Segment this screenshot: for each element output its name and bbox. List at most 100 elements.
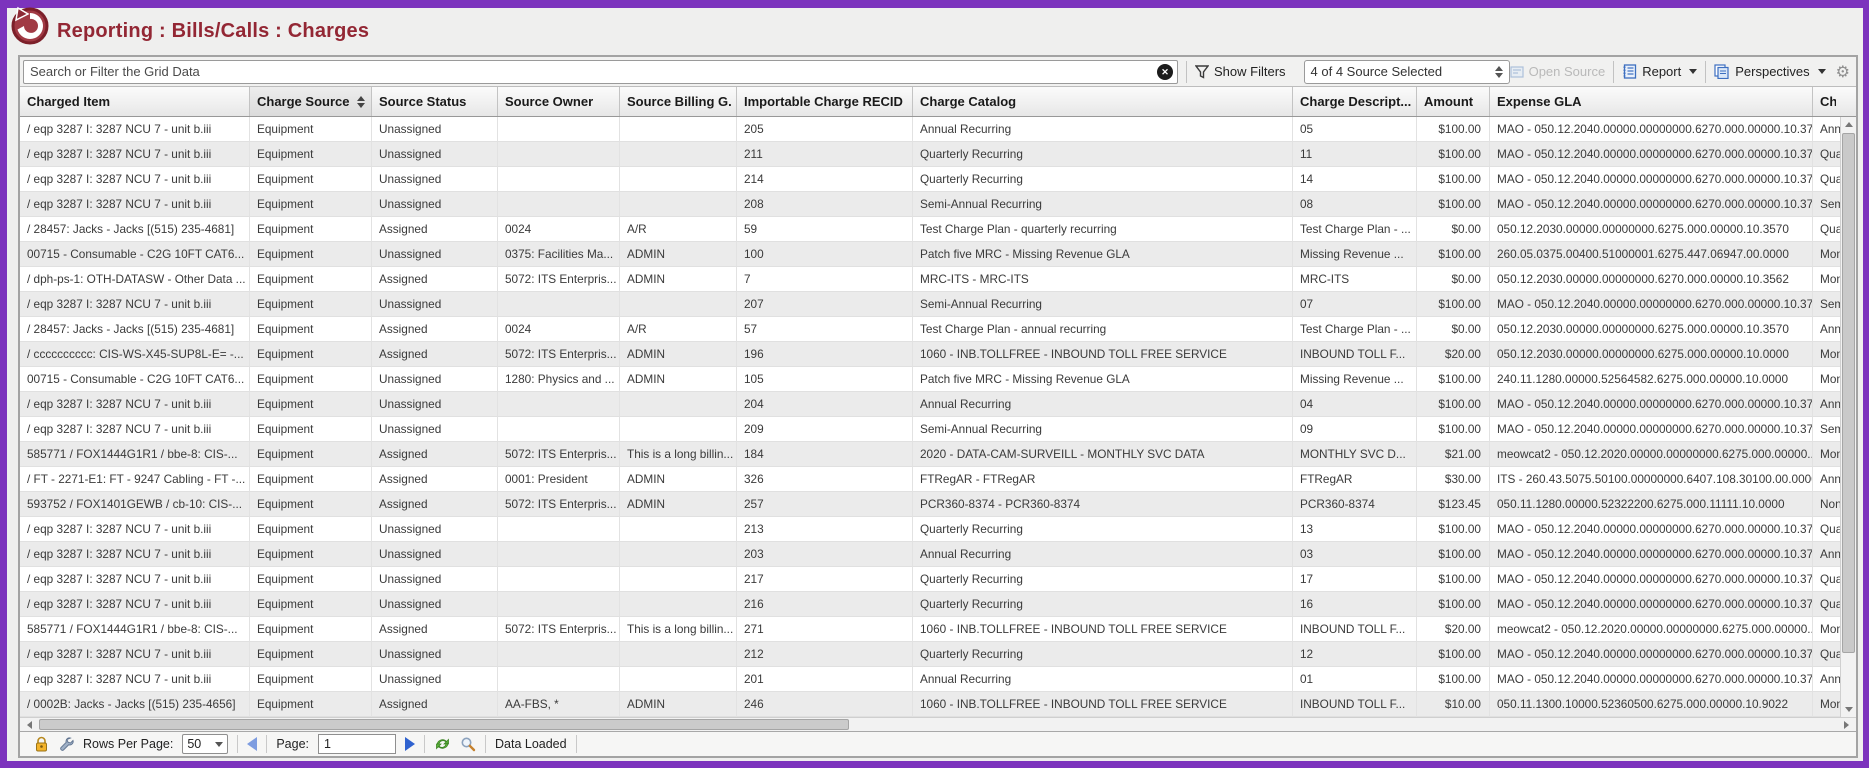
cell: 17 (1293, 567, 1417, 592)
cell: Patch five MRC - Missing Revenue GLA (913, 242, 1293, 267)
cell: / eqp 3287 I: 3287 NCU 7 - unit b.iii (20, 192, 250, 217)
show-filters-button[interactable]: Show Filters (1195, 64, 1286, 79)
column-header-source-status[interactable]: Source Status (372, 87, 498, 116)
column-header-source-owner[interactable]: Source Owner (498, 87, 620, 116)
horizontal-scrollbar[interactable] (20, 717, 1856, 731)
cell: MAO - 050.12.2040.00000.00000000.6270.00… (1490, 667, 1813, 692)
cell: / eqp 3287 I: 3287 NCU 7 - unit b.iii (20, 292, 250, 317)
source-select[interactable]: 4 of 4 Source Selected (1304, 60, 1510, 84)
table-row[interactable]: / cccccccccc: CIS-WS-X45-SUP8L-E= -...Eq… (20, 342, 1840, 367)
rows-per-page-select[interactable]: 50 (182, 734, 228, 754)
table-row[interactable]: / 28457: Jacks - Jacks [(515) 235-4681]E… (20, 217, 1840, 242)
cell: ADMIN (620, 342, 737, 367)
table-row[interactable]: / eqp 3287 I: 3287 NCU 7 - unit b.iiiEqu… (20, 167, 1840, 192)
table-row[interactable]: / FT - 2271-E1: FT - 9247 Cabling - FT -… (20, 467, 1840, 492)
cell: / cccccccccc: CIS-WS-X45-SUP8L-E= -... (20, 342, 250, 367)
cell: Equipment (250, 292, 372, 317)
toolbar-right-cluster: Open Source Report (1510, 61, 1850, 83)
column-header-importable-charge-recid[interactable]: Importable Charge RECID (737, 87, 913, 116)
cell: Test Charge Plan - annual recurring (913, 317, 1293, 342)
table-row[interactable]: / 0002B: Jacks - Jacks [(515) 235-4656]E… (20, 692, 1840, 717)
horizontal-scroll-thumb[interactable] (39, 719, 849, 730)
table-row[interactable]: 585771 / FOX1444G1R1 / bbe-8: CIS-...Equ… (20, 617, 1840, 642)
column-header-charged-item[interactable]: Charged Item (20, 87, 250, 116)
cell: 1060 - INB.TOLLFREE - INBOUND TOLL FREE … (913, 617, 1293, 642)
table-row[interactable]: / eqp 3287 I: 3287 NCU 7 - unit b.iiiEqu… (20, 592, 1840, 617)
table-row[interactable]: / eqp 3287 I: 3287 NCU 7 - unit b.iiiEqu… (20, 392, 1840, 417)
table-row[interactable]: 00715 - Consumable - C2G 10FT CAT6...Equ… (20, 367, 1840, 392)
column-header-source-billing-g[interactable]: Source Billing G... (620, 87, 737, 116)
table-row[interactable]: / eqp 3287 I: 3287 NCU 7 - unit b.iiiEqu… (20, 142, 1840, 167)
grid-status-bar: Rows Per Page: 50 Page: Data Loaded (20, 731, 1856, 756)
scroll-up-arrow[interactable] (1841, 117, 1856, 132)
table-row[interactable]: / eqp 3287 I: 3287 NCU 7 - unit b.iiiEqu… (20, 642, 1840, 667)
scroll-left-arrow[interactable] (22, 718, 37, 731)
table-row[interactable]: 00715 - Consumable - C2G 10FT CAT6...Equ… (20, 242, 1840, 267)
table-row[interactable]: / eqp 3287 I: 3287 NCU 7 - unit b.iiiEqu… (20, 542, 1840, 567)
cell (498, 517, 620, 542)
cell: 5072: ITS Enterpris... (498, 617, 620, 642)
column-header-charge[interactable]: Charge (1813, 87, 1840, 116)
cell: / eqp 3287 I: 3287 NCU 7 - unit b.iii (20, 642, 250, 667)
table-row[interactable]: 593752 / FOX1401GEWB / cb-10: CIS-...Equ… (20, 492, 1840, 517)
vertical-scrollbar[interactable] (1840, 117, 1856, 717)
table-header-row: Charged ItemCharge SourceSource StatusSo… (20, 87, 1856, 117)
cell: Ann (1813, 392, 1840, 417)
cell: 217 (737, 567, 913, 592)
cell: 0024 (498, 217, 620, 242)
cell: 208 (737, 192, 913, 217)
scroll-down-arrow[interactable] (1841, 702, 1856, 717)
table-row[interactable]: / 28457: Jacks - Jacks [(515) 235-4681]E… (20, 317, 1840, 342)
table-row[interactable]: / eqp 3287 I: 3287 NCU 7 - unit b.iiiEqu… (20, 117, 1840, 142)
table-row[interactable]: / eqp 3287 I: 3287 NCU 7 - unit b.iiiEqu… (20, 567, 1840, 592)
cell: 211 (737, 142, 913, 167)
wrench-icon[interactable] (58, 736, 74, 752)
search-input[interactable] (23, 60, 1178, 84)
table-rows: / eqp 3287 I: 3287 NCU 7 - unit b.iiiEqu… (20, 117, 1840, 717)
report-button[interactable]: Report (1622, 64, 1697, 79)
cell: 12 (1293, 642, 1417, 667)
column-header-expense-gla[interactable]: Expense GLA (1490, 87, 1813, 116)
cell: ADMIN (620, 242, 737, 267)
cell: Ann (1813, 667, 1840, 692)
cell: 11 (1293, 142, 1417, 167)
cell: Qua (1813, 517, 1840, 542)
gear-icon[interactable]: ⚙ (1836, 62, 1850, 82)
previous-page-button[interactable] (247, 737, 257, 751)
cell: 08 (1293, 192, 1417, 217)
app-logo-icon (8, 4, 50, 46)
vertical-scroll-thumb[interactable] (1842, 133, 1855, 653)
table-row[interactable]: / eqp 3287 I: 3287 NCU 7 - unit b.iiiEqu… (20, 192, 1840, 217)
column-header-charge-source[interactable]: Charge Source (250, 87, 372, 116)
perspectives-button[interactable]: Perspectives (1714, 64, 1825, 79)
lock-icon[interactable] (34, 736, 49, 752)
page-title: Reporting : Bills/Calls : Charges (57, 20, 369, 43)
filter-funnel-icon (1195, 65, 1209, 79)
scroll-right-arrow[interactable] (1839, 718, 1854, 731)
page-number-input[interactable] (318, 734, 396, 754)
clear-search-icon[interactable]: ✕ (1157, 64, 1173, 80)
column-header-amount[interactable]: Amount (1417, 87, 1490, 116)
column-header-charge-catalog[interactable]: Charge Catalog (913, 87, 1293, 116)
table-row[interactable]: / eqp 3287 I: 3287 NCU 7 - unit b.iiiEqu… (20, 292, 1840, 317)
cell: Equipment (250, 117, 372, 142)
status-separator (237, 735, 238, 753)
table-row[interactable]: / eqp 3287 I: 3287 NCU 7 - unit b.iiiEqu… (20, 667, 1840, 692)
table-row[interactable]: / eqp 3287 I: 3287 NCU 7 - unit b.iiiEqu… (20, 417, 1840, 442)
column-header-charge-descript[interactable]: Charge Descript... (1293, 87, 1417, 116)
cell: Quarterly Recurring (913, 567, 1293, 592)
cell: / eqp 3287 I: 3287 NCU 7 - unit b.iii (20, 542, 250, 567)
open-source-button[interactable]: Open Source (1510, 64, 1606, 79)
table-row[interactable]: 585771 / FOX1444G1R1 / bbe-8: CIS-...Equ… (20, 442, 1840, 467)
cell: Mon (1813, 242, 1840, 267)
table-row[interactable]: / eqp 3287 I: 3287 NCU 7 - unit b.iiiEqu… (20, 517, 1840, 542)
refresh-icon[interactable] (434, 736, 451, 752)
cell: / eqp 3287 I: 3287 NCU 7 - unit b.iii (20, 667, 250, 692)
cell: $100.00 (1417, 192, 1490, 217)
next-page-button[interactable] (405, 737, 415, 751)
table-row[interactable]: / dph-ps-1: OTH-DATASW - Other Data ...E… (20, 267, 1840, 292)
magnifier-icon[interactable] (460, 736, 476, 752)
cell: Annual Recurring (913, 117, 1293, 142)
cell: Annual Recurring (913, 667, 1293, 692)
cell: FTRegAR (1293, 467, 1417, 492)
